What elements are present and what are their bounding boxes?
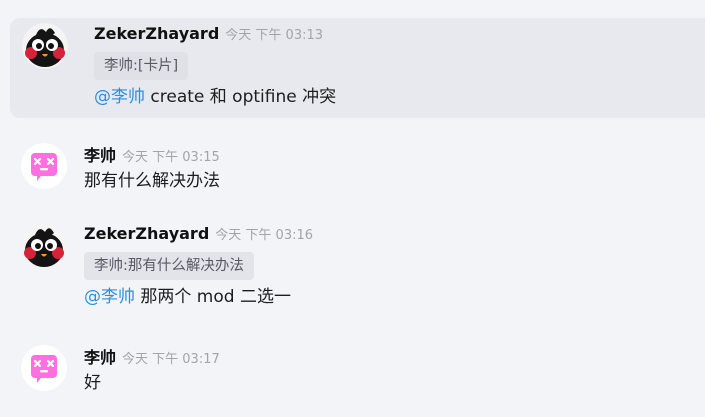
message-header: 李帅 今天 下午 03:15: [84, 145, 695, 167]
username[interactable]: 李帅: [84, 348, 116, 367]
username[interactable]: ZekerZhayard: [84, 224, 209, 243]
message-body: create 和 optifine 冲突: [145, 87, 337, 107]
message-text: 那有什么解决办法: [84, 171, 220, 191]
avatar[interactable]: [21, 143, 67, 189]
timestamp: 今天 下午 03:13: [225, 28, 324, 43]
avatar[interactable]: [22, 23, 68, 69]
message-text: @李帅 那两个 mod 二选一: [84, 285, 695, 309]
message-header: 李帅 今天 下午 03:17: [84, 347, 695, 369]
pink-dizzy-robot-avatar-icon: [21, 143, 67, 189]
message-text: @李帅 create 和 optifine 冲突: [94, 85, 700, 109]
user-mention[interactable]: @李帅: [84, 287, 135, 307]
timestamp: 今天 下午 03:16: [215, 228, 314, 243]
username[interactable]: ZekerZhayard: [94, 24, 219, 43]
message-body: 那两个 mod 二选一: [135, 287, 291, 307]
message-row[interactable]: ZekerZhayard 今天 下午 03:13 李帅:[卡片] @李帅 crea…: [10, 18, 705, 118]
message-row[interactable]: 李帅 今天 下午 03:17 好: [0, 342, 705, 400]
avatar[interactable]: [21, 345, 67, 391]
black-bird-avatar-icon: [21, 223, 67, 269]
message-header: ZekerZhayard 今天 下午 03:13: [94, 23, 700, 45]
message-text: 好: [84, 373, 101, 393]
black-bird-avatar-icon: [22, 23, 68, 69]
message-row[interactable]: ZekerZhayard 今天 下午 03:16 李帅:那有什么解决办法 @李帅 …: [0, 218, 705, 318]
timestamp: 今天 下午 03:17: [122, 352, 220, 367]
timestamp: 今天 下午 03:15: [122, 150, 220, 165]
message-header: ZekerZhayard 今天 下午 03:16: [84, 223, 695, 245]
message-content: ZekerZhayard 今天 下午 03:13 李帅:[卡片] @李帅 crea…: [94, 23, 700, 109]
pink-dizzy-robot-avatar-icon: [21, 345, 67, 391]
reply-quote[interactable]: 李帅:[卡片]: [94, 52, 189, 80]
user-mention[interactable]: @李帅: [94, 87, 145, 107]
message-row[interactable]: 李帅 今天 下午 03:15 那有什么解决办法: [0, 140, 705, 198]
reply-quote[interactable]: 李帅:那有什么解决办法: [84, 252, 254, 280]
message-content: 李帅 今天 下午 03:15 那有什么解决办法: [84, 145, 695, 193]
username[interactable]: 李帅: [84, 146, 116, 165]
avatar[interactable]: [21, 223, 67, 269]
message-content: ZekerZhayard 今天 下午 03:16 李帅:那有什么解决办法 @李帅 …: [84, 223, 695, 309]
message-content: 李帅 今天 下午 03:17 好: [84, 347, 695, 395]
